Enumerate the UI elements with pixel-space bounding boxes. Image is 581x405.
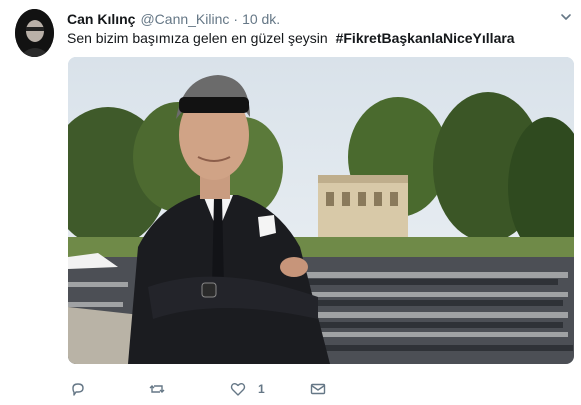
tweet-card[interactable]: Can Kılınç @Cann_Kilinc · 10 dk. Sen biz…: [0, 0, 581, 405]
hashtag-link[interactable]: #FikretBaşkanlaNiceYıllara: [336, 30, 515, 46]
reply-button[interactable]: [70, 380, 98, 398]
chevron-down-icon[interactable]: [560, 10, 572, 22]
envelope-icon: [310, 383, 326, 395]
like-count: 1: [258, 382, 265, 396]
avatar[interactable]: [15, 9, 54, 57]
like-button[interactable]: 1: [230, 380, 265, 398]
retweet-button[interactable]: [149, 380, 177, 398]
tweet-text: Sen bizim başımıza gelen en güzel şeysin…: [67, 30, 515, 46]
tweet-photo[interactable]: [68, 57, 574, 364]
retweet-icon: [149, 385, 165, 393]
photo-image: [68, 57, 574, 364]
avatar-image: [15, 9, 54, 57]
author-handle[interactable]: @Cann_Kilinc: [140, 11, 229, 27]
author-name[interactable]: Can Kılınç: [67, 11, 135, 27]
tweet-actions: 1: [67, 380, 467, 400]
direct-message-button[interactable]: [310, 380, 338, 398]
tweet-header: Can Kılınç @Cann_Kilinc · 10 dk.: [67, 10, 280, 28]
reply-icon: [72, 383, 84, 396]
tweet-body: Sen bizim başımıza gelen en güzel şeysin: [67, 30, 328, 46]
separator-dot: ·: [233, 11, 239, 27]
heart-icon: [230, 383, 246, 396]
timestamp[interactable]: 10 dk.: [242, 11, 280, 27]
